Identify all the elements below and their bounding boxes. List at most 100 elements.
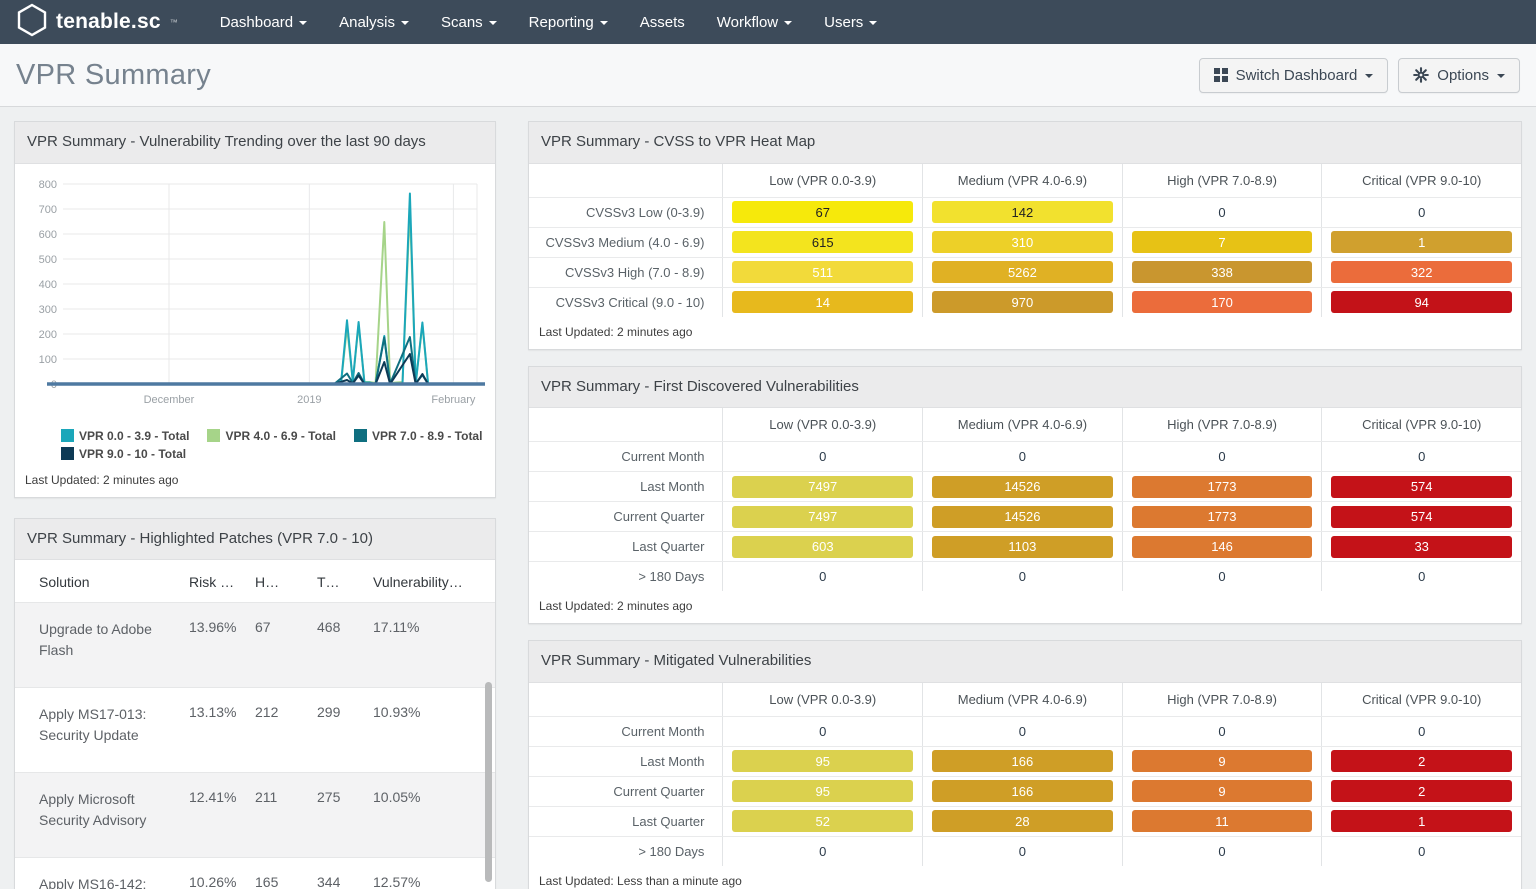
first-discovered-panel: VPR Summary - First Discovered Vulnerabi… [528,365,1522,624]
nav-item-assets[interactable]: Assets [624,0,701,44]
nav-item-analysis[interactable]: Analysis [323,0,425,44]
heatmap-panel: VPR Summary - CVSS to VPR Heat Map Low (… [528,121,1522,350]
matrix-row-label: CVSSv3 High (7.0 - 8.9) [564,264,705,280]
severity-bar[interactable]: 574 [1331,475,1512,498]
nav-item-users[interactable]: Users [808,0,893,44]
patches-cell: 67 [255,619,271,635]
nav-item-label: Reporting [528,13,594,31]
severity-bar[interactable]: 603 [732,535,914,558]
matrix-column-header: Medium (VPR 4.0-6.9) [922,682,1122,716]
severity-bar[interactable]: 67 [732,201,914,223]
severity-bar[interactable]: 142 [932,201,1113,223]
legend-item[interactable]: VPR 7.0 - 8.9 - Total [353,428,483,443]
severity-bar[interactable]: 7497 [732,505,914,528]
severity-bar[interactable]: 615 [732,231,914,253]
legend-item[interactable]: VPR 4.0 - 6.9 - Total [207,429,336,443]
severity-bar[interactable]: 95 [732,750,914,772]
matrix-cell: 1103 [922,532,1122,561]
severity-bar[interactable]: 28 [932,810,1113,832]
severity-bar[interactable]: 1 [1331,810,1512,832]
table-row[interactable]: Upgrade to Adobe Flash 13.96% 67 468 17.11% [15,602,495,687]
severity-bar[interactable]: 14 [732,291,914,313]
matrix-row: CVSSv3 Low (0-3.9) 67 142 0 0 [529,196,1521,227]
patches-column-header: Risk … [189,574,235,590]
severity-bar[interactable]: 1103 [932,535,1113,558]
patches-cell: 299 [317,704,341,720]
legend-label: VPR 7.0 - 8.9 - Total [371,428,483,443]
matrix-row-label: > 180 Days [638,843,705,859]
table-row[interactable]: Apply MS16-142: Cumulative 10.26% 165 344 12… [15,857,495,889]
severity-bar[interactable]: 7 [1131,231,1313,253]
patches-cell: 13.96% [189,619,237,635]
zero-value: 0 [1418,569,1426,584]
severity-bar[interactable]: 146 [1131,535,1313,558]
first-discovered-table: Low (VPR 0.0-3.9) Medium (VPR 4.0-6.9) Hig… [529,408,1521,591]
severity-bar[interactable]: 511 [732,261,914,283]
matrix-cell: 1773 [1121,502,1322,531]
matrix-header-row: Low (VPR 0.0-3.9) Medium (VPR 4.0-6.9) Hig… [529,682,1521,716]
severity-bar[interactable]: 574 [1331,505,1512,528]
left-column: VPR Summary - Vulnerability Trending ove… [14,121,496,889]
severity-bar[interactable]: 52 [732,810,914,832]
matrix-column-header: Low (VPR 0.0-3.9) [722,163,922,197]
severity-bar[interactable]: 11 [1131,810,1313,832]
severity-bar[interactable]: 1773 [1131,475,1313,498]
severity-bar[interactable]: 95 [732,780,914,802]
zero-value: 0 [1218,723,1226,739]
matrix-row-label: CVSSv3 Medium (4.0 - 6.9) [545,234,705,250]
legend-swatch-icon [61,429,74,442]
chevron-down-icon [400,21,409,25]
matrix-cell: 166 [922,776,1122,806]
matrix-row-label: Last Quarter [632,813,705,829]
zero-value: 0 [1018,843,1027,859]
nav-item-workflow[interactable]: Workflow [701,0,808,44]
matrix-cell: 0 [1121,442,1322,471]
nav-item-scans[interactable]: Scans [425,0,513,44]
severity-bar[interactable]: 1773 [1131,505,1313,528]
matrix-row-label: Current Month [621,723,705,739]
severity-bar[interactable]: 166 [932,780,1113,802]
table-row[interactable]: Apply MS17-013: Security Update 13.13% 212… [15,687,495,772]
severity-bar[interactable]: 322 [1331,261,1512,283]
severity-bar[interactable]: 7497 [732,475,914,498]
matrix-column-header: High (VPR 7.0-8.9) [1121,682,1322,716]
patches-cell: 10.26% [189,874,237,889]
legend-item[interactable]: VPR 9.0 - 10 - Total [61,447,186,461]
severity-bar[interactable]: 14526 [932,475,1113,498]
mitigated-last-updated: Last Updated: Less than a minute ago [539,873,742,888]
switch-dashboard-button[interactable]: Switch Dashboard [1198,57,1389,93]
switch-dashboard-label: Switch Dashboard [1235,66,1358,84]
matrix-row: Last Month 95 166 9 2 [529,745,1521,776]
matrix-cell: 322 [1321,257,1521,287]
options-button[interactable]: Options [1398,57,1520,93]
matrix-cell: 146 [1121,532,1322,561]
severity-bar[interactable]: 970 [932,291,1113,313]
svg-text:100: 100 [39,354,57,366]
severity-bar[interactable]: 33 [1331,535,1512,558]
zero-value: 0 [819,449,827,464]
scrollbar-thumb[interactable] [485,682,492,882]
matrix-cell: 0 [1321,716,1521,746]
severity-bar[interactable]: 9 [1131,750,1313,772]
nav-item-dashboard[interactable]: Dashboard [204,0,323,44]
severity-bar[interactable]: 14526 [932,505,1113,528]
severity-bar[interactable]: 170 [1131,291,1313,313]
severity-bar[interactable]: 1 [1331,231,1512,253]
severity-bar[interactable]: 338 [1131,261,1313,283]
severity-bar[interactable]: 2 [1331,750,1512,772]
severity-bar[interactable]: 94 [1331,291,1512,313]
severity-bar[interactable]: 166 [932,750,1113,772]
nav-item-reporting[interactable]: Reporting [513,0,624,44]
patches-cell: 275 [317,789,341,805]
severity-bar[interactable]: 5262 [932,261,1113,283]
dashboard-content: VPR Summary - Vulnerability Trending ove… [0,107,1536,889]
severity-bar[interactable]: 2 [1331,780,1512,802]
matrix-cell: 0 [1121,716,1322,746]
tenable-logo[interactable]: tenable.sc ™ [16,3,178,42]
severity-bar[interactable]: 9 [1131,780,1313,802]
legend-item[interactable]: VPR 0.0 - 3.9 - Total [61,429,189,443]
severity-bar[interactable]: 310 [932,231,1113,253]
table-row[interactable]: Apply Microsoft Security Advisory 12.41% 2… [15,772,495,857]
matrix-column-header: High (VPR 7.0-8.9) [1121,408,1322,441]
matrix-cell: 14526 [922,472,1122,501]
